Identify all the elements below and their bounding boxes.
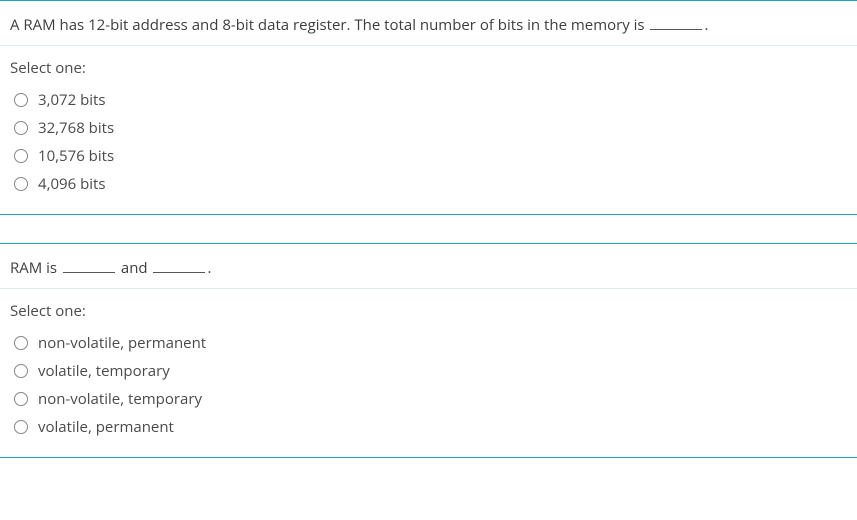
question-stem-part: . (704, 15, 708, 35)
answers-area: Select one: non-volatile, permanent vola… (0, 289, 857, 457)
blank-placeholder (63, 260, 115, 274)
radio-icon[interactable] (14, 336, 28, 350)
question-stem-part: A RAM has 12-bit address and 8-bit data … (10, 15, 648, 35)
question-stem-part: and (117, 258, 152, 278)
radio-icon[interactable] (14, 364, 28, 378)
question-block: RAM is and . Select one: non-volatile, p… (0, 243, 857, 458)
option-label: 10,576 bits (38, 146, 114, 166)
question-stem-part: RAM is (10, 258, 61, 278)
radio-icon[interactable] (14, 420, 28, 434)
question-text: A RAM has 12-bit address and 8-bit data … (0, 1, 857, 46)
select-one-label: Select one: (10, 58, 847, 78)
question-stem-part: . (207, 258, 211, 278)
select-one-label: Select one: (10, 301, 847, 321)
blank-placeholder (153, 260, 205, 274)
option-label: 32,768 bits (38, 118, 114, 138)
option-row[interactable]: non-volatile, permanent (10, 329, 847, 357)
option-row[interactable]: 32,768 bits (10, 114, 847, 142)
radio-icon[interactable] (14, 93, 28, 107)
blank-placeholder (650, 17, 702, 31)
option-row[interactable]: 4,096 bits (10, 170, 847, 198)
option-label: non-volatile, temporary (38, 389, 202, 409)
option-row[interactable]: volatile, temporary (10, 357, 847, 385)
radio-icon[interactable] (14, 149, 28, 163)
radio-icon[interactable] (14, 177, 28, 191)
option-label: 3,072 bits (38, 90, 106, 110)
option-label: non-volatile, permanent (38, 333, 206, 353)
answers-area: Select one: 3,072 bits 32,768 bits 10,57… (0, 46, 857, 214)
option-label: volatile, permanent (38, 417, 174, 437)
option-row[interactable]: non-volatile, temporary (10, 385, 847, 413)
question-block: A RAM has 12-bit address and 8-bit data … (0, 0, 857, 215)
option-row[interactable]: 3,072 bits (10, 86, 847, 114)
radio-icon[interactable] (14, 392, 28, 406)
option-row[interactable]: volatile, permanent (10, 413, 847, 441)
radio-icon[interactable] (14, 121, 28, 135)
option-label: volatile, temporary (38, 361, 170, 381)
option-row[interactable]: 10,576 bits (10, 142, 847, 170)
option-label: 4,096 bits (38, 174, 106, 194)
question-text: RAM is and . (0, 244, 857, 289)
